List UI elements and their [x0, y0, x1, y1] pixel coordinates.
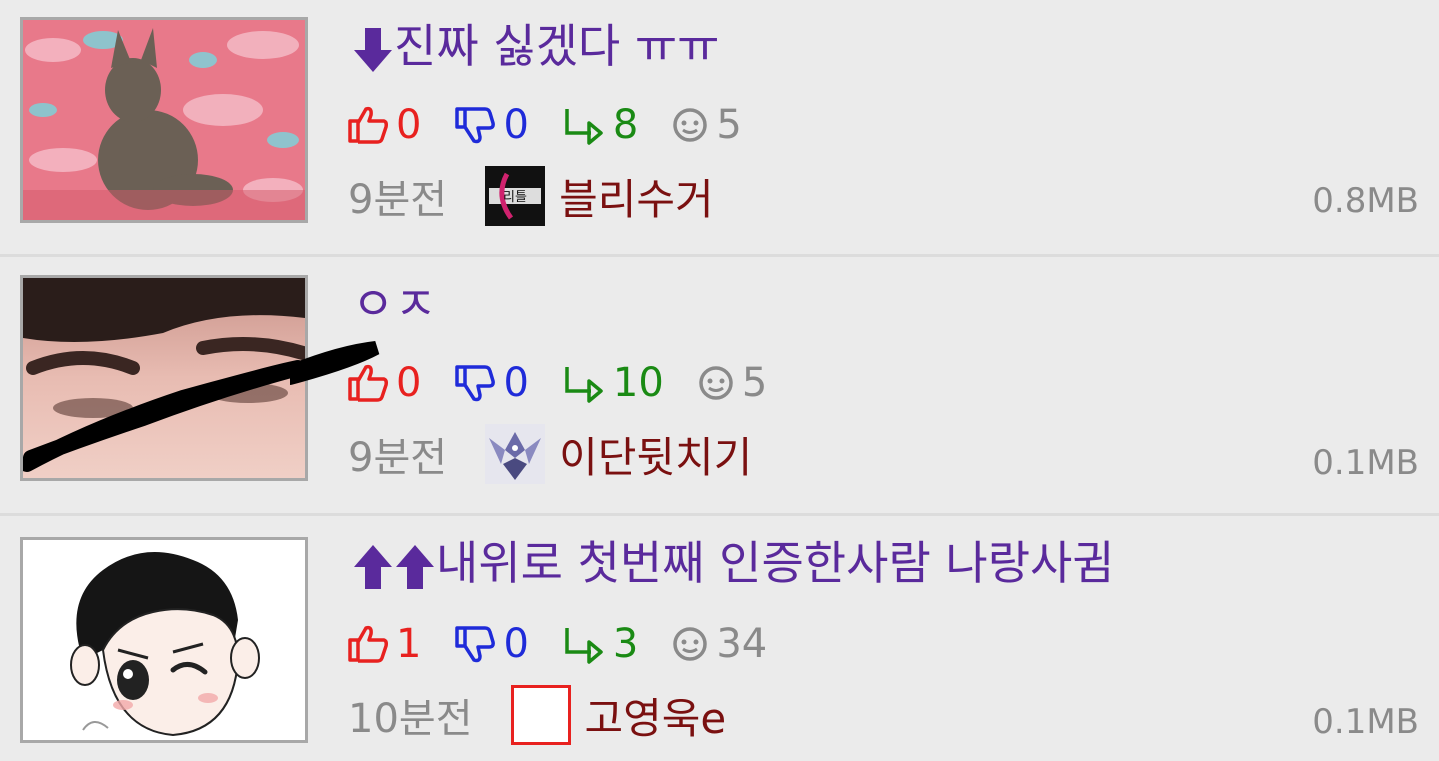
- like-count-value: 0: [396, 102, 422, 148]
- like-count[interactable]: 0: [346, 100, 421, 150]
- dislike-count-value: 0: [503, 102, 529, 148]
- like-count-value: 1: [396, 621, 422, 667]
- post-list: 진짜 싫겠다 ㅠㅠ 0 0 8 5 9분전 리틀 블리수거 0.8MB ㅇㅈ 0…: [0, 0, 1439, 761]
- empty-avatar[interactable]: [510, 685, 571, 745]
- arrow-up-icon: [352, 541, 394, 593]
- like-count[interactable]: 1: [346, 619, 421, 669]
- post-meta: 9분전 리틀 블리수거: [348, 166, 714, 226]
- dislike-count[interactable]: 0: [453, 100, 529, 150]
- robot-avatar[interactable]: [485, 424, 546, 484]
- thumbs-down-icon: [455, 626, 496, 663]
- smiley-comment-icon: [699, 366, 733, 400]
- comment-count[interactable]: 5: [696, 358, 767, 408]
- post-time: 9분전: [348, 177, 448, 223]
- like-count[interactable]: 0: [346, 358, 421, 408]
- share-arrow-icon: [565, 367, 603, 403]
- dislike-count-value: 0: [503, 621, 529, 667]
- comment-count[interactable]: 5: [670, 100, 742, 150]
- post-thumbnail[interactable]: [20, 17, 308, 223]
- thumbs-down-icon: [455, 365, 496, 402]
- post-time: 9분전: [348, 435, 448, 481]
- post-thumbnail[interactable]: [20, 537, 308, 743]
- author-name[interactable]: 고영욱e: [585, 685, 727, 746]
- file-size: 0.1MB: [1312, 702, 1419, 742]
- file-size: 0.8MB: [1312, 181, 1419, 221]
- post-title-text: 내위로 첫번째 인증한사람 나랑사귐: [436, 536, 1115, 590]
- post-thumbnail[interactable]: [20, 275, 308, 481]
- dislike-count[interactable]: 0: [453, 619, 529, 669]
- arrow-down-icon: [352, 24, 394, 76]
- share-count[interactable]: 8: [561, 100, 638, 150]
- share-count-value: 10: [612, 360, 664, 406]
- post-title-text: ㅇㅈ: [352, 277, 437, 331]
- share-count-value: 8: [612, 102, 639, 148]
- post-stats: 1 0 3 34: [346, 619, 799, 669]
- share-count-value: 3: [612, 621, 639, 667]
- post-title-text: 진짜 싫겠다 ㅠㅠ: [394, 19, 720, 73]
- post-item[interactable]: ㅇㅈ 0 0 10 5 9분전 이단뒷치기 0.1MB: [0, 258, 1439, 514]
- share-count[interactable]: 10: [561, 358, 664, 408]
- share-count[interactable]: 3: [561, 619, 638, 669]
- smiley-comment-icon: [673, 627, 708, 661]
- divider: [0, 513, 1439, 516]
- dislike-count[interactable]: 0: [453, 358, 529, 408]
- post-item[interactable]: 진짜 싫겠다 ㅠㅠ 0 0 8 5 9분전 리틀 블리수거 0.8MB: [0, 0, 1439, 255]
- comment-count-value: 5: [741, 360, 768, 406]
- comment-count-value: 5: [716, 102, 742, 148]
- thumbs-down-icon: [455, 107, 496, 144]
- smiley-comment-icon: [673, 108, 708, 142]
- dislike-count-value: 0: [503, 360, 529, 406]
- post-item[interactable]: 내위로 첫번째 인증한사람 나랑사귐 1 0 3 34 10분전 고영욱e 0.…: [0, 517, 1439, 761]
- post-meta: 9분전 이단뒷치기: [348, 424, 752, 484]
- file-size: 0.1MB: [1312, 443, 1419, 483]
- comment-count-value: 34: [716, 621, 768, 667]
- share-arrow-icon: [565, 628, 603, 664]
- svg-text:리틀: 리틀: [503, 190, 527, 205]
- post-meta: 10분전 고영욱e: [348, 685, 726, 745]
- like-count-value: 0: [396, 360, 422, 406]
- post-time: 10분전: [348, 696, 473, 742]
- thumbs-up-icon: [348, 364, 388, 402]
- post-title[interactable]: 진짜 싫겠다 ㅠㅠ: [352, 16, 719, 76]
- arrow-up-icon: [394, 541, 436, 593]
- post-title[interactable]: 내위로 첫번째 인증한사람 나랑사귐: [352, 533, 1115, 593]
- author-name[interactable]: 이단뒷치기: [559, 424, 752, 485]
- post-stats: 0 0 10 5: [346, 358, 799, 408]
- post-title[interactable]: ㅇㅈ: [352, 274, 437, 334]
- thumbs-up-icon: [348, 625, 388, 663]
- logo-avatar[interactable]: 리틀: [485, 166, 546, 226]
- comment-count[interactable]: 34: [670, 619, 767, 669]
- post-stats: 0 0 8 5: [346, 100, 774, 150]
- thumbs-up-icon: [348, 106, 388, 144]
- divider: [0, 254, 1439, 257]
- share-arrow-icon: [565, 109, 603, 145]
- author-name[interactable]: 블리수거: [559, 166, 714, 227]
